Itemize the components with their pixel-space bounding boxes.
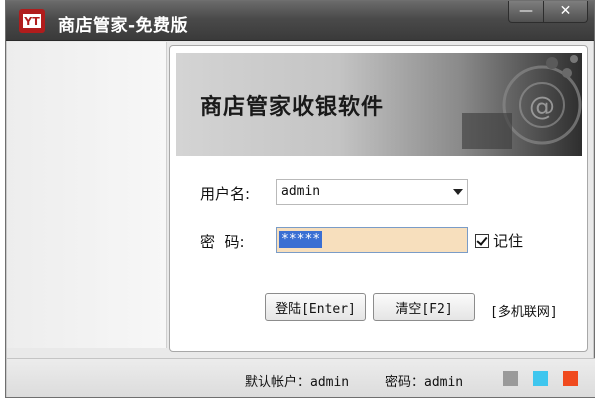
login-window: YT 商店管家-免费版 — ✕ @ 商店管家收银软件 用户名: admin 密 … — [5, 0, 595, 398]
theme-gray-swatch[interactable] — [503, 371, 518, 386]
theme-orange-swatch[interactable] — [563, 371, 578, 386]
dropdown-arrow-icon[interactable] — [453, 189, 463, 195]
remember-checkbox[interactable] — [475, 233, 489, 248]
username-label: 用户名: — [200, 185, 251, 203]
status-bar: 默认帐户：admin 密码：admin — [7, 358, 595, 397]
banner-decoration-icon: @ — [462, 55, 582, 149]
svg-text:@: @ — [529, 92, 555, 122]
default-account-text: 默认帐户：admin — [245, 375, 350, 390]
remember-checkbox-group[interactable]: 记住 — [475, 230, 523, 251]
password-value: ***** — [279, 231, 323, 248]
theme-cyan-swatch[interactable] — [533, 371, 548, 386]
username-combobox[interactable]: admin — [276, 179, 468, 205]
password-label: 密 码: — [200, 233, 245, 251]
default-password-text: 密码：admin — [385, 375, 464, 390]
close-button[interactable]: ✕ — [544, 1, 588, 23]
minimize-button[interactable]: — — [508, 1, 544, 23]
banner-title: 商店管家收银软件 — [200, 95, 385, 120]
title-bar[interactable]: YT 商店管家-免费版 — ✕ — [6, 1, 594, 41]
clear-button[interactable]: 清空[F2] — [373, 293, 475, 321]
window-title: 商店管家-免费版 — [58, 16, 189, 36]
remember-label: 记住 — [493, 232, 524, 250]
svg-text:YT: YT — [23, 15, 40, 28]
password-field[interactable]: ***** — [276, 227, 468, 253]
banner: @ 商店管家收银软件 — [176, 53, 582, 156]
window-controls: — ✕ — [508, 1, 588, 25]
app-logo-icon: YT — [19, 9, 45, 33]
login-button[interactable]: 登陆[Enter] — [265, 293, 366, 321]
left-sidebar — [7, 42, 167, 348]
multi-network-link[interactable]: [多机联网] — [490, 301, 558, 320]
login-panel: @ 商店管家收银软件 用户名: admin 密 码: ***** 记住 登陆[E… — [169, 45, 588, 352]
username-value: admin — [281, 184, 321, 199]
